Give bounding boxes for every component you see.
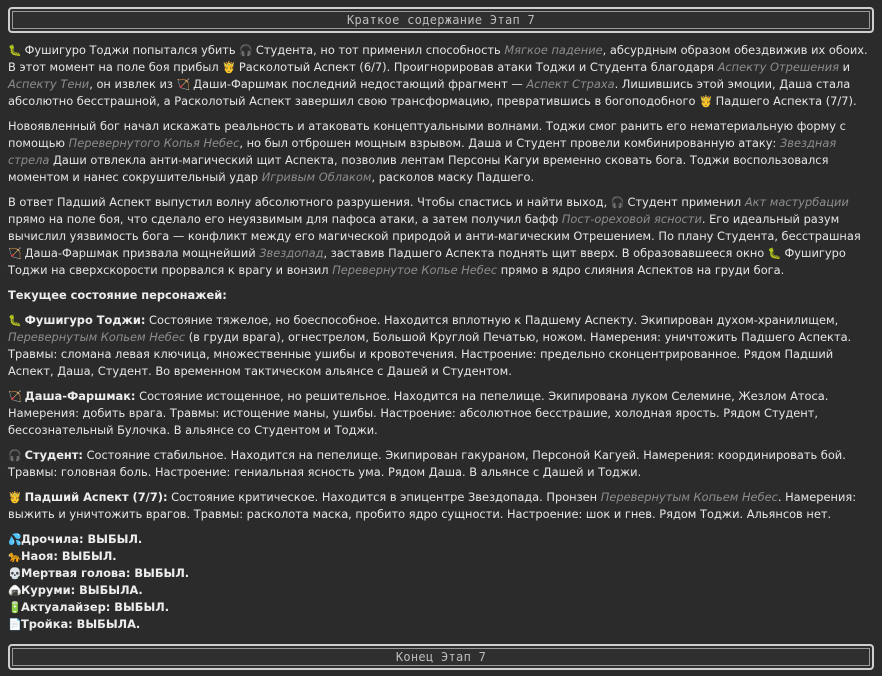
- character-name: Даша-Фаршмак:: [24, 389, 136, 403]
- document-icon: 📄: [8, 618, 22, 631]
- ability-name: Перевернутое Копье Небес: [332, 263, 498, 277]
- prince-icon: 🤴: [8, 491, 22, 504]
- ability-name: Перевернутого Копья Небес: [68, 136, 240, 150]
- character-name: Студент:: [24, 448, 83, 462]
- ability-name: Пост-ореховой ясности: [561, 212, 702, 226]
- status-heading: Текущее состояние персонажей:: [8, 288, 227, 302]
- story-paragraph-1: 🐛 Фушигуро Тоджи попытался убить 🎧 Студе…: [8, 43, 868, 108]
- headphones-icon: 🎧: [610, 196, 625, 209]
- ability-name: Аспект Страха: [526, 77, 615, 91]
- leopard-icon: 🐆: [8, 550, 22, 563]
- toji-worm-icon: 🐛: [8, 314, 22, 327]
- rice-ball-icon: 🍙: [8, 584, 22, 597]
- stage-summary-title: Краткое содержание Этап 7: [346, 13, 536, 27]
- ability-name: Звездопад: [259, 246, 324, 260]
- stage-summary-header: Краткое содержание Этап 7: [8, 7, 874, 33]
- headphones-icon: 🎧: [239, 44, 253, 57]
- eliminated-item: 💦Дрочила: ВЫБЫЛ.: [8, 532, 143, 546]
- headphones-icon: 🎧: [8, 449, 22, 462]
- story-paragraph-3: В ответ Падший Аспект выпустил волну абс…: [8, 195, 861, 277]
- character-status-toji: 🐛 Фушигуро Тоджи: Состояние тяжелое, но …: [8, 313, 852, 378]
- bow-arrow-icon: 🏹: [8, 390, 22, 403]
- droplets-icon: 💦: [8, 533, 22, 546]
- character-status-student: 🎧 Студент: Состояние стабильное. Находит…: [8, 448, 846, 479]
- battery-icon: 🔋: [8, 601, 22, 614]
- ability-name: Мягкое падение: [504, 43, 603, 57]
- ability-name: Аспекту Отрешения: [717, 60, 839, 74]
- toji-worm-icon: 🐛: [767, 247, 782, 260]
- story-paragraph-2: Новоявленный бог начал искажать реальнос…: [8, 119, 846, 184]
- eliminated-item: 📄Тройка: ВЫБЫЛА.: [8, 617, 141, 631]
- prince-icon: 🤴: [222, 61, 236, 74]
- eliminated-item: 🔋Актуалайзер: ВЫБЫЛ.: [8, 600, 170, 614]
- character-status-fallen-aspect: 🤴 Падший Аспект (7/7): Состояние критиче…: [8, 490, 857, 521]
- character-name: Падший Аспект (7/7):: [24, 490, 168, 504]
- eliminated-list: 💦Дрочила: ВЫБЫЛ. 🐆Наоя: ВЫБЫЛ. 💀Мертвая …: [8, 531, 870, 633]
- character-name: Фушигуро Тоджи:: [24, 313, 146, 327]
- skull-icon: 💀: [8, 567, 22, 580]
- ability-name: Аспекту Тени: [8, 77, 90, 91]
- toji-worm-icon: 🐛: [8, 44, 22, 57]
- ability-name: Перевернутым Копьем Небес: [600, 490, 778, 504]
- stage-end-title: Конец Этап 7: [395, 650, 487, 664]
- ability-name: Акт мастурбации: [744, 195, 849, 209]
- stage-end-footer: Конец Этап 7: [8, 644, 874, 670]
- prince-icon: 🤴: [699, 95, 713, 108]
- ability-name: Игривым Облаком: [261, 170, 372, 184]
- summary-content: 🐛 Фушигуро Тоджи попытался убить 🎧 Студе…: [8, 42, 870, 633]
- eliminated-item: 🐆Наоя: ВЫБЫЛ.: [8, 549, 117, 563]
- ability-name: Перевернутым Копьем Небес: [8, 330, 186, 344]
- bow-arrow-icon: 🏹: [176, 78, 191, 91]
- eliminated-item: 🍙Куруми: ВЫБЫЛА.: [8, 583, 143, 597]
- character-status-dasha: 🏹 Даша-Фаршмак: Состояние истощенное, но…: [8, 389, 829, 437]
- bow-arrow-icon: 🏹: [8, 247, 22, 260]
- eliminated-item: 💀Мертвая голова: ВЫБЫЛ.: [8, 566, 190, 580]
